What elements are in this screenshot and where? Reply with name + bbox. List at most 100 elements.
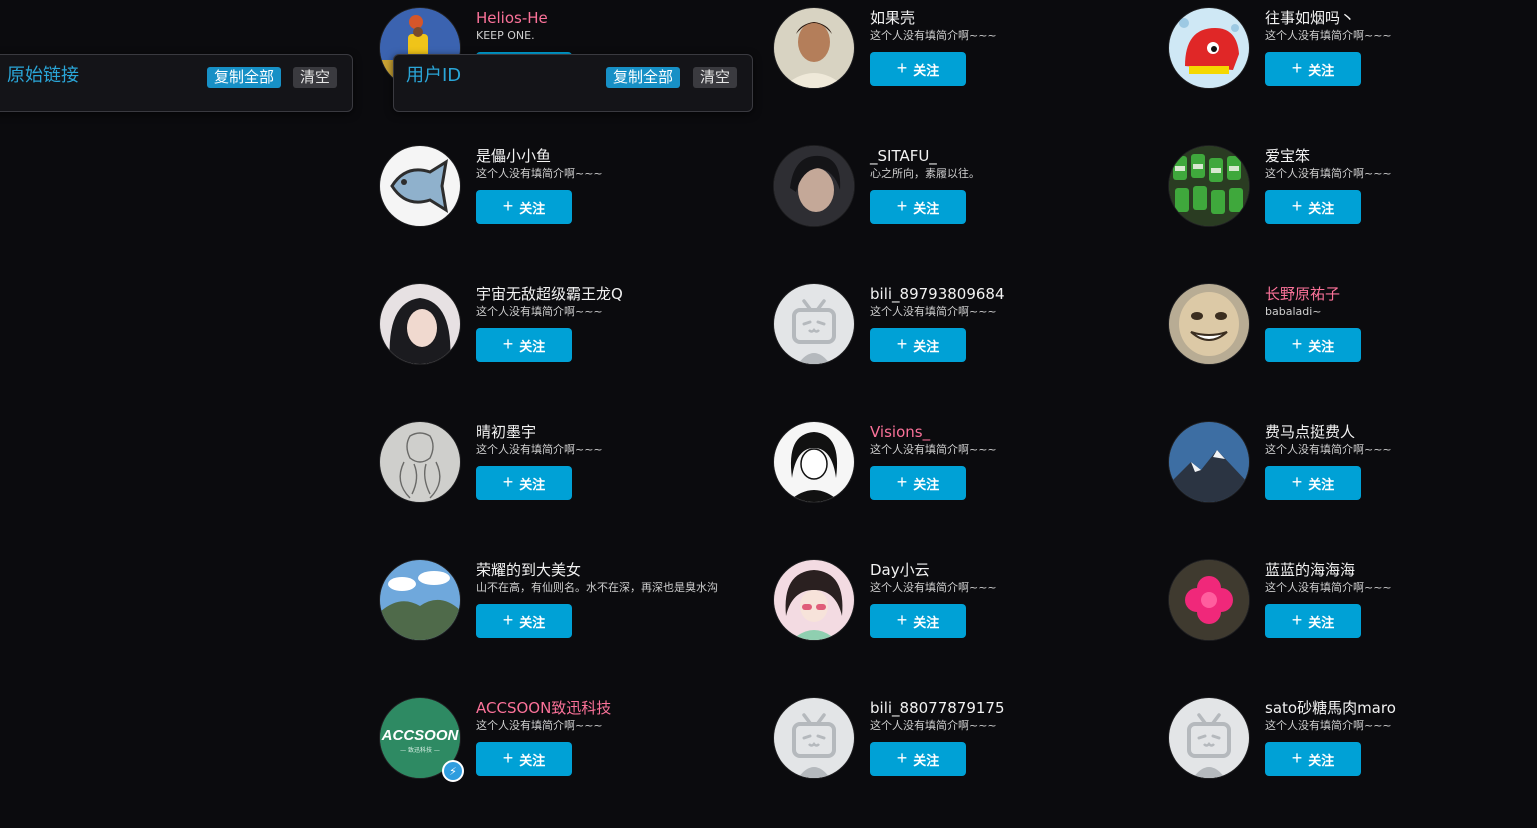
user-signature: 这个人没有填简介啊~~~ bbox=[870, 29, 997, 42]
user-card: 如果壳 这个人没有填简介啊~~~ + 关注 bbox=[774, 8, 1134, 108]
user-signature: 这个人没有填简介啊~~~ bbox=[1265, 167, 1392, 180]
follow-label: 关注 bbox=[1308, 614, 1335, 630]
follow-label: 关注 bbox=[913, 614, 940, 630]
user-card: bili_88077879175 这个人没有填简介啊~~~ + 关注 bbox=[774, 698, 1134, 798]
user-signature: KEEP ONE. bbox=[476, 29, 535, 42]
svg-text:ACCSOON: ACCSOON bbox=[381, 727, 460, 744]
user-name[interactable]: Visions_ bbox=[870, 422, 930, 442]
plus-icon: + bbox=[896, 748, 908, 768]
pink-flower-avatar[interactable] bbox=[1169, 560, 1249, 640]
user-card: Visions_ 这个人没有填简介啊~~~ + 关注 bbox=[774, 422, 1134, 522]
user-name[interactable]: 是儡小小鱼 bbox=[476, 146, 551, 166]
follow-button[interactable]: + 关注 bbox=[476, 328, 572, 362]
user-card: 蓝蓝的海海海 这个人没有填简介啊~~~ + 关注 bbox=[1169, 560, 1529, 660]
user-signature: 这个人没有填简介啊~~~ bbox=[1265, 443, 1392, 456]
user-card: 荣耀的到大美女 山不在高，有仙则名。水不在深，再深也是臭水沟 + 关注 bbox=[380, 560, 740, 660]
user-card: Day小云 这个人没有填简介啊~~~ + 关注 bbox=[774, 560, 1134, 660]
plus-icon: + bbox=[502, 196, 514, 216]
plus-icon: + bbox=[1291, 58, 1303, 78]
landscape-avatar[interactable] bbox=[380, 560, 460, 640]
default-tv-avatar[interactable] bbox=[774, 698, 854, 778]
clear-ids-button[interactable]: 清空 bbox=[693, 67, 738, 88]
follow-button[interactable]: + 关注 bbox=[870, 190, 966, 224]
user-signature: 这个人没有填简介啊~~~ bbox=[1265, 581, 1392, 594]
default-tv-avatar[interactable] bbox=[774, 284, 854, 364]
user-card: 宇宙无敌超级霸王龙Q 这个人没有填简介啊~~~ + 关注 bbox=[380, 284, 740, 384]
plus-icon: + bbox=[896, 610, 908, 630]
copy-all-links-button[interactable]: 复制全部 bbox=[207, 67, 282, 88]
anime-girl-avatar[interactable] bbox=[774, 422, 854, 502]
panel-title: 原始链接 bbox=[7, 65, 79, 86]
user-signature: 心之所向，素履以往。 bbox=[870, 167, 980, 180]
plus-icon: + bbox=[1291, 196, 1303, 216]
user-name[interactable]: 宇宙无敌超级霸王龙Q bbox=[476, 284, 623, 304]
red-cartoon-avatar[interactable] bbox=[1169, 8, 1249, 88]
sketch-avatar[interactable] bbox=[380, 422, 460, 502]
user-signature: 这个人没有填简介啊~~~ bbox=[870, 443, 997, 456]
follow-button[interactable]: + 关注 bbox=[1265, 328, 1361, 362]
user-signature: babaladi~ bbox=[1265, 305, 1322, 318]
follow-button[interactable]: + 关注 bbox=[870, 604, 966, 638]
verified-lightning-icon: ⚡ bbox=[442, 760, 464, 782]
follow-button[interactable]: + 关注 bbox=[1265, 52, 1361, 86]
man-portrait-avatar[interactable] bbox=[774, 8, 854, 88]
user-name[interactable]: bili_89793809684 bbox=[870, 284, 1005, 304]
follow-button[interactable]: + 关注 bbox=[870, 742, 966, 776]
user-name[interactable]: 长野原祐子 bbox=[1265, 284, 1340, 304]
user-card: 晴初墨宇 这个人没有填简介啊~~~ + 关注 bbox=[380, 422, 740, 522]
follow-button[interactable]: + 关注 bbox=[476, 466, 572, 500]
user-signature: 这个人没有填简介啊~~~ bbox=[1265, 719, 1392, 732]
user-name[interactable]: _SITAFU_ bbox=[870, 146, 937, 166]
user-signature: 这个人没有填简介啊~~~ bbox=[476, 167, 603, 180]
woman-selfie-avatar[interactable] bbox=[380, 284, 460, 364]
user-name[interactable]: 往事如烟吗丶 bbox=[1265, 8, 1355, 28]
girl-portrait-avatar[interactable] bbox=[774, 146, 854, 226]
user-signature: 这个人没有填简介啊~~~ bbox=[476, 719, 603, 732]
user-name[interactable]: ACCSOON致迅科技 bbox=[476, 698, 611, 718]
fish-drawing-avatar[interactable] bbox=[380, 146, 460, 226]
user-name[interactable]: 费马点挺费人 bbox=[1265, 422, 1355, 442]
user-name[interactable]: 爱宝笨 bbox=[1265, 146, 1310, 166]
user-signature: 这个人没有填简介啊~~~ bbox=[870, 719, 997, 732]
follow-button[interactable]: + 关注 bbox=[870, 466, 966, 500]
user-name[interactable]: 如果壳 bbox=[870, 8, 915, 28]
user-signature: 山不在高，有仙则名。水不在深，再深也是臭水沟 bbox=[476, 581, 718, 594]
plus-icon: + bbox=[502, 610, 514, 630]
illustrated-girl-avatar[interactable] bbox=[774, 560, 854, 640]
follow-label: 关注 bbox=[519, 200, 546, 216]
plus-icon: + bbox=[896, 58, 908, 78]
user-card: 费马点挺费人 这个人没有填简介啊~~~ + 关注 bbox=[1169, 422, 1529, 522]
user-card: 长野原祐子 babaladi~ + 关注 bbox=[1169, 284, 1529, 384]
follow-button[interactable]: + 关注 bbox=[1265, 190, 1361, 224]
follow-button[interactable]: + 关注 bbox=[870, 52, 966, 86]
follow-label: 关注 bbox=[1308, 476, 1335, 492]
follow-label: 关注 bbox=[913, 200, 940, 216]
user-name[interactable]: 蓝蓝的海海海 bbox=[1265, 560, 1355, 580]
follow-button[interactable]: + 关注 bbox=[476, 604, 572, 638]
user-name[interactable]: 晴初墨宇 bbox=[476, 422, 536, 442]
follow-label: 关注 bbox=[519, 338, 546, 354]
user-card: 爱宝笨 这个人没有填简介啊~~~ + 关注 bbox=[1169, 146, 1529, 246]
follow-button[interactable]: + 关注 bbox=[1265, 742, 1361, 776]
plus-icon: + bbox=[502, 334, 514, 354]
follow-label: 关注 bbox=[519, 614, 546, 630]
mountain-avatar[interactable] bbox=[1169, 422, 1249, 502]
default-tv-avatar[interactable] bbox=[1169, 698, 1249, 778]
user-name[interactable]: 荣耀的到大美女 bbox=[476, 560, 581, 580]
copy-all-ids-button[interactable]: 复制全部 bbox=[606, 67, 681, 88]
bottles-avatar[interactable] bbox=[1169, 146, 1249, 226]
follow-button[interactable]: + 关注 bbox=[476, 742, 572, 776]
user-name[interactable]: Helios-He bbox=[476, 8, 548, 28]
clear-links-button[interactable]: 清空 bbox=[293, 67, 338, 88]
follow-button[interactable]: + 关注 bbox=[870, 328, 966, 362]
follow-button[interactable]: + 关注 bbox=[476, 190, 572, 224]
user-card: 往事如烟吗丶 这个人没有填简介啊~~~ + 关注 bbox=[1169, 8, 1529, 108]
user-name[interactable]: bili_88077879175 bbox=[870, 698, 1005, 718]
follow-button[interactable]: + 关注 bbox=[1265, 466, 1361, 500]
user-name[interactable]: Day小云 bbox=[870, 560, 930, 580]
user-card: 是儡小小鱼 这个人没有填简介啊~~~ + 关注 bbox=[380, 146, 740, 246]
follow-label: 关注 bbox=[519, 752, 546, 768]
user-name[interactable]: sato砂糖馬肉maro bbox=[1265, 698, 1396, 718]
funny-face-avatar[interactable] bbox=[1169, 284, 1249, 364]
follow-button[interactable]: + 关注 bbox=[1265, 604, 1361, 638]
